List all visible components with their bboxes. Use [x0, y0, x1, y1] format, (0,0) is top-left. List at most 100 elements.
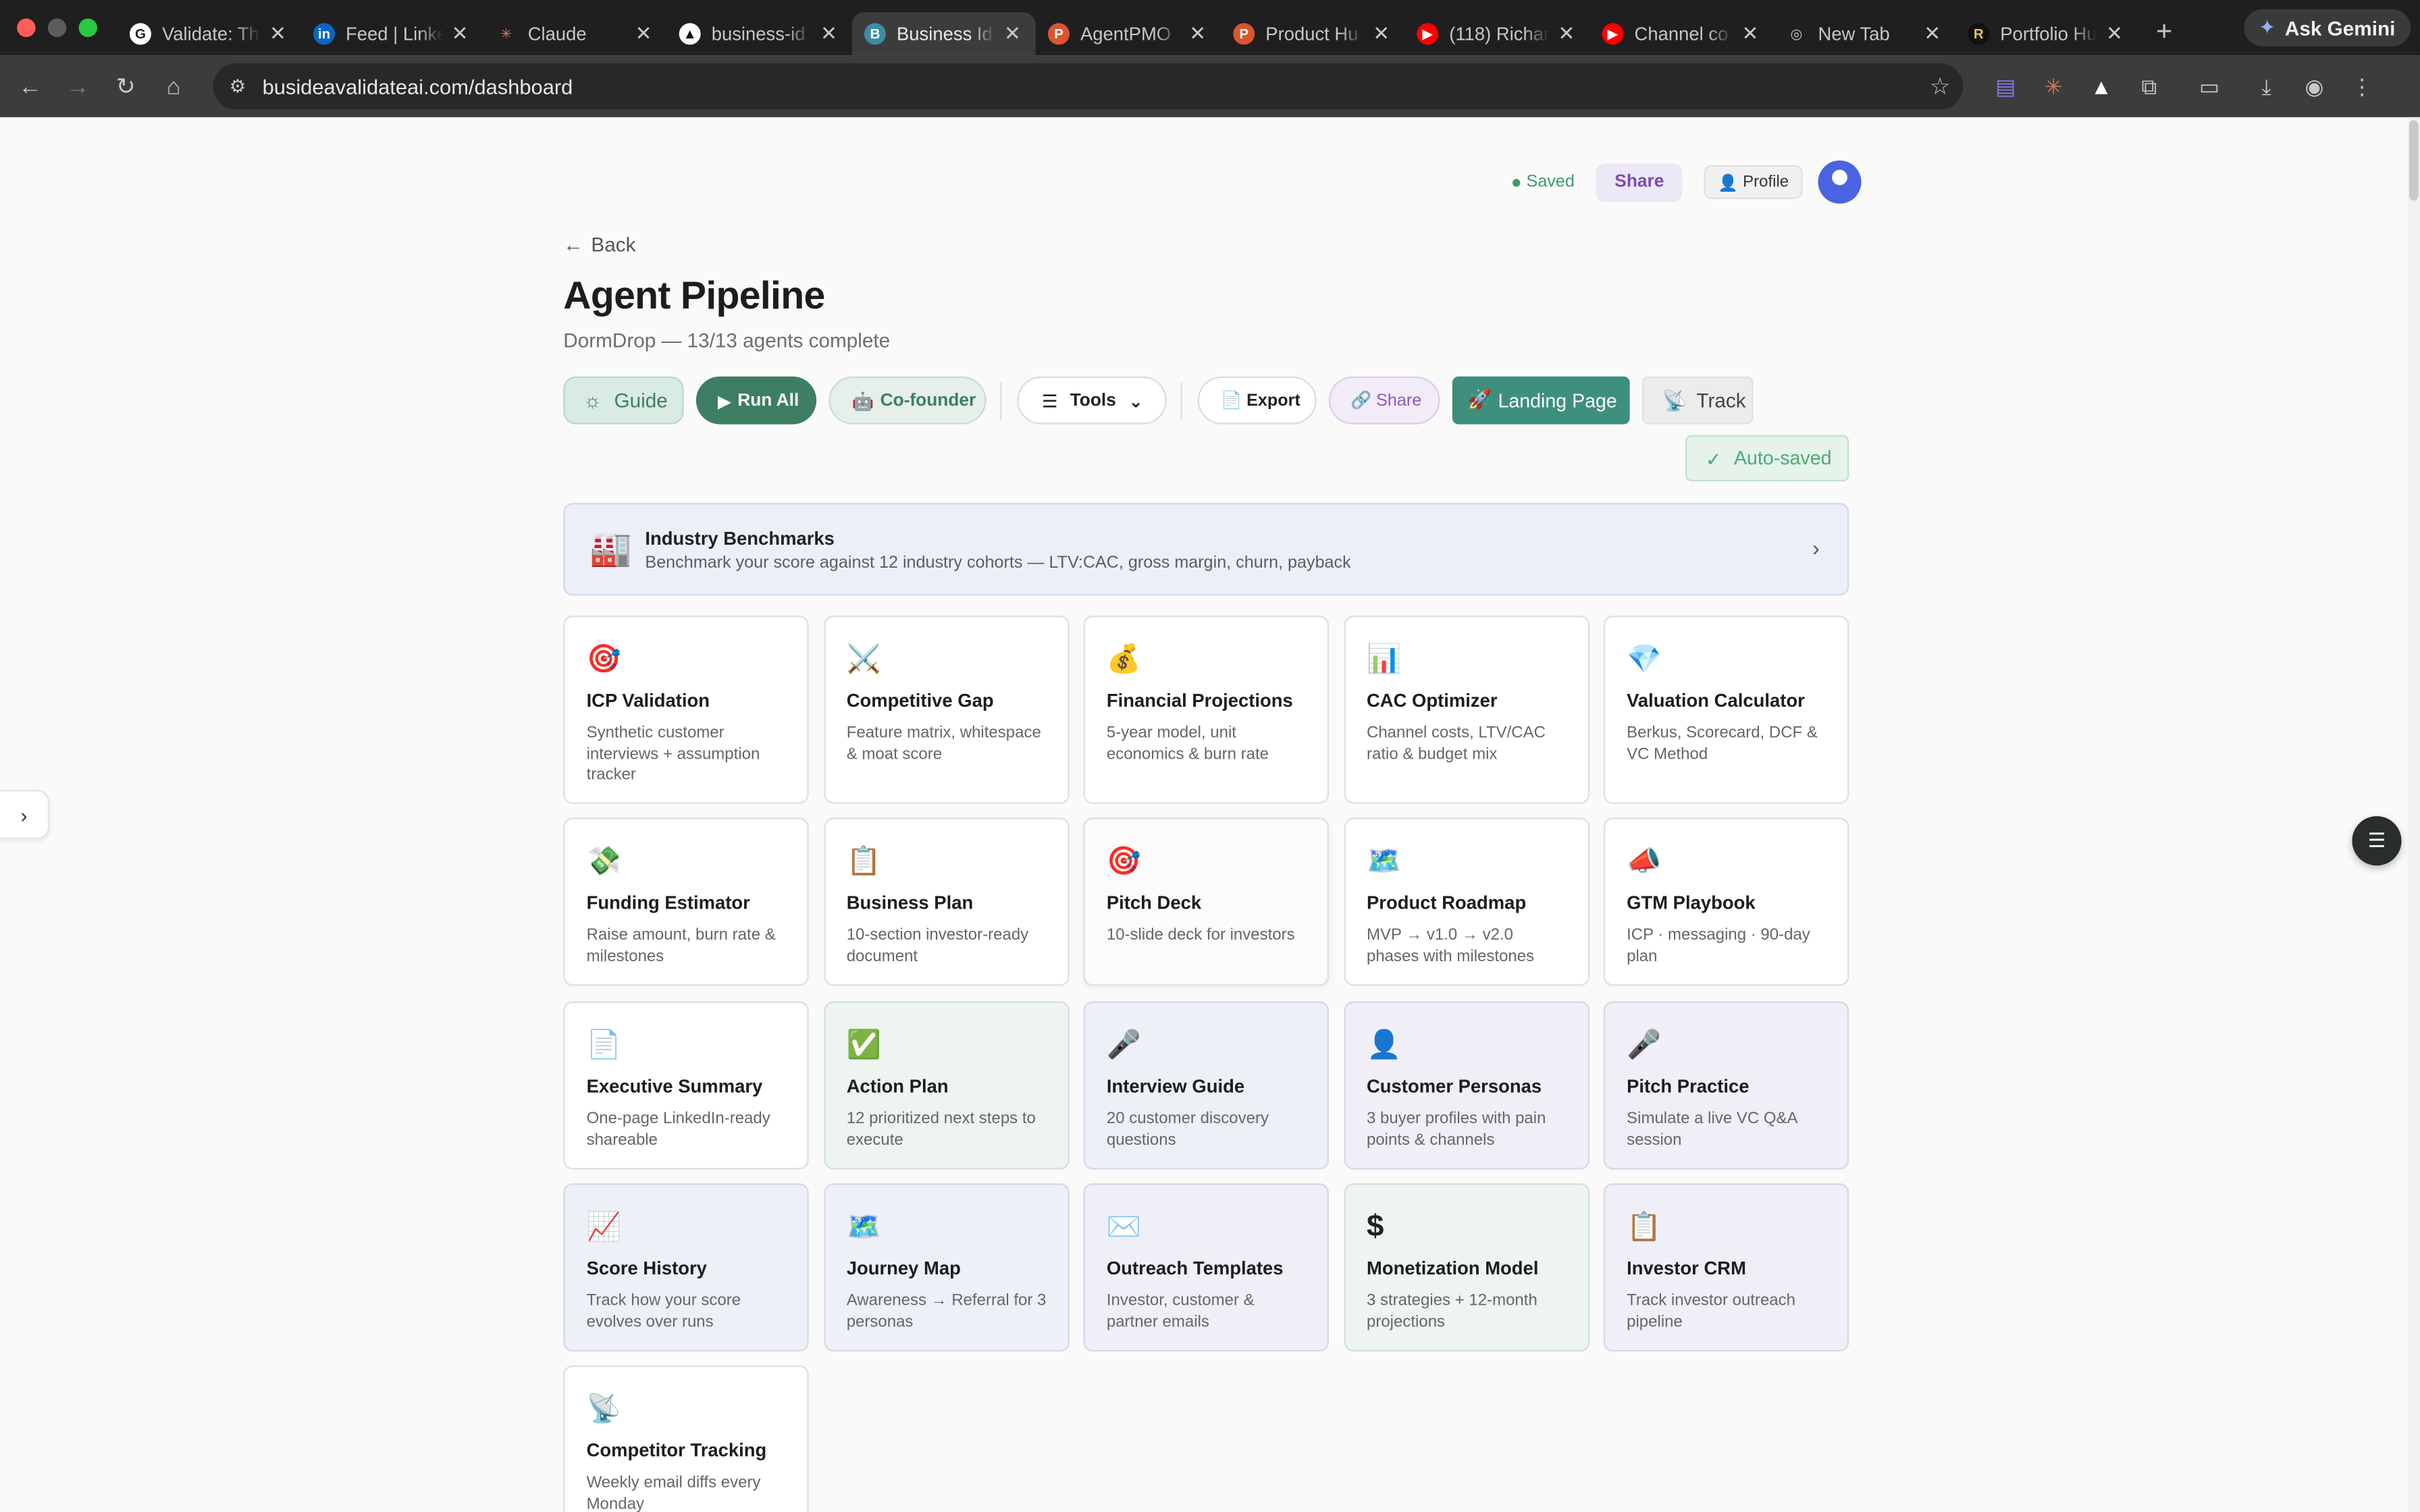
agent-card[interactable]: 🎤 Pitch Practice Simulate a live VC Q&A se…: [1603, 1001, 1849, 1170]
track-button[interactable]: 📡 Track: [1641, 376, 1754, 425]
tab-favicon-icon: ▶: [1417, 23, 1439, 45]
browser-tab[interactable]: G Validate: Th ✕: [117, 12, 301, 55]
agent-card[interactable]: 📊 CAC Optimizer Channel costs, LTV/CAC rat…: [1343, 615, 1589, 804]
back-arrow-icon[interactable]: ←: [6, 74, 54, 100]
agent-card[interactable]: ✅ Action Plan 12 prioritized next steps to…: [823, 1001, 1069, 1170]
back-link[interactable]: ← Back: [563, 233, 635, 256]
tab-close-icon[interactable]: ✕: [818, 22, 839, 47]
agent-card[interactable]: 📄 Executive Summary One-page LinkedIn-read…: [563, 1001, 809, 1170]
agent-card-title: Competitor Tracking: [586, 1439, 767, 1461]
tab-close-icon[interactable]: ✕: [1556, 22, 1577, 47]
export-button[interactable]: 📄 Export: [1197, 376, 1317, 425]
tools-dropdown[interactable]: ☰ Tools ⌄: [1017, 376, 1167, 425]
cofounder-button[interactable]: 🤖 Co-founder: [828, 376, 987, 425]
industry-benchmarks-banner[interactable]: 🏭 Industry Benchmarks Benchmark your sco…: [563, 503, 1849, 596]
address-bar[interactable]: ⚙ busideavalidateai.com/dashboard ☆: [213, 63, 1964, 110]
page-scrollbar[interactable]: [2407, 117, 2420, 1512]
agent-card[interactable]: 📋 Investor CRM Track investor outreach pip…: [1603, 1183, 1849, 1352]
profile-label: Profile: [1743, 172, 1789, 192]
tab-close-icon[interactable]: ✕: [1922, 22, 1943, 47]
landing-page-button[interactable]: 🚀 Landing Page: [1452, 376, 1630, 425]
agent-card-title: Customer Personas: [1366, 1075, 1542, 1098]
avatar[interactable]: [1818, 160, 1862, 204]
claude-extension-icon[interactable]: ✳: [2030, 74, 2078, 100]
agent-card-icon: 📋: [846, 845, 881, 877]
new-tab-button[interactable]: +: [2156, 15, 2172, 47]
forward-arrow-icon[interactable]: →: [54, 74, 102, 100]
profile-button[interactable]: 👤 Profile: [1704, 165, 1803, 199]
agent-card[interactable]: $ Monetization Model 3 strategies + 12-mon…: [1343, 1183, 1589, 1352]
browser-tab[interactable]: in Feed | Linke ✕: [301, 12, 483, 55]
browser-tab[interactable]: P Product Hu ✕: [1221, 12, 1404, 55]
profile-avatar-icon[interactable]: ◉: [2290, 74, 2338, 100]
rocket-icon: 🚀: [1467, 388, 1492, 410]
agent-card[interactable]: 📈 Score History Track how your score evolv…: [563, 1183, 809, 1352]
agent-card[interactable]: 💰 Financial Projections 5-year model, unit…: [1083, 615, 1329, 804]
tab-favicon-icon: in: [313, 23, 335, 45]
tools-label: Tools: [1070, 391, 1116, 410]
scrollbar-thumb[interactable]: [2409, 120, 2419, 201]
filter-menu-icon[interactable]: ☰: [2352, 816, 2402, 866]
tab-favicon-icon: G: [129, 23, 151, 45]
browser-tab[interactable]: ◎ New Tab ✕: [1773, 12, 1955, 55]
tab-title: Channel co: [1634, 23, 1729, 45]
vercel-extension-icon[interactable]: ▲: [2078, 74, 2126, 99]
close-window-button[interactable]: [17, 18, 36, 37]
play-icon: ▶: [717, 392, 732, 412]
kebab-menu-icon[interactable]: ⋮: [2338, 74, 2386, 100]
puzzle-extensions-icon[interactable]: ⧉: [2125, 74, 2173, 100]
agent-card[interactable]: 🗺️ Journey Map Awareness → Referral for 3 …: [823, 1183, 1069, 1352]
url-text[interactable]: busideavalidateai.com/dashboard: [263, 75, 1917, 98]
agent-card[interactable]: 🎯 ICP Validation Synthetic customer interv…: [563, 615, 809, 804]
browser-tab[interactable]: B Business Id ✕: [851, 12, 1036, 56]
tab-close-icon[interactable]: ✕: [633, 22, 654, 47]
tab-close-icon[interactable]: ✕: [1739, 22, 1761, 47]
agent-card-icon: 💸: [586, 845, 621, 877]
download-icon[interactable]: ⤓: [2242, 74, 2290, 100]
bookmark-star-icon[interactable]: ☆: [1917, 72, 1964, 101]
site-settings-icon[interactable]: ⚙: [213, 76, 262, 97]
factory-icon: 🏭: [589, 529, 632, 568]
agent-card[interactable]: 📡 Competitor Tracking Weekly email diffs e…: [563, 1365, 809, 1512]
browser-tab[interactable]: ▲ business-id ✕: [666, 12, 851, 55]
agent-card[interactable]: 📋 Business Plan 10-section investor-ready …: [823, 817, 1069, 986]
agent-card[interactable]: 🎯 Pitch Deck 10-slide deck for investors: [1083, 817, 1329, 986]
tab-close-icon[interactable]: ✕: [1187, 22, 1209, 47]
agent-card-description: 10-slide deck for investors: [1106, 925, 1295, 944]
tab-close-icon[interactable]: ✕: [1371, 22, 1392, 47]
agent-card[interactable]: 🗺️ Product Roadmap MVP → v1.0 → v2.0 phase…: [1343, 817, 1589, 986]
browser-tab[interactable]: P AgentPMO ✕: [1036, 12, 1221, 55]
agent-card[interactable]: ⚔️ Competitive Gap Feature matrix, whitesp…: [823, 615, 1069, 804]
tab-close-icon[interactable]: ✕: [449, 22, 471, 47]
minimize-window-button[interactable]: [47, 18, 67, 37]
agent-card-title: Financial Projections: [1106, 689, 1293, 711]
ask-gemini-button[interactable]: ✦ Ask Gemini: [2243, 9, 2411, 47]
browser-tab[interactable]: ▶ Channel co ✕: [1589, 12, 1773, 55]
share-button-top[interactable]: Share: [1596, 163, 1683, 202]
divider: [1180, 381, 1182, 419]
browser-tab[interactable]: ✳ Claude ✕: [483, 12, 666, 55]
cast-icon[interactable]: ▭: [2186, 74, 2234, 100]
run-all-button[interactable]: ▶ Run All: [695, 376, 817, 425]
agent-card[interactable]: 🎤 Interview Guide 20 customer discovery qu…: [1083, 1001, 1329, 1170]
agent-card-description: Channel costs, LTV/CAC ratio & budget mi…: [1366, 723, 1546, 763]
sidebar-toggle-chevron-icon[interactable]: ›: [0, 790, 50, 840]
notes-extension-icon[interactable]: ▤: [1982, 74, 2030, 100]
maximize-window-button[interactable]: [78, 18, 97, 37]
agent-card[interactable]: ✉️ Outreach Templates Investor, customer &…: [1083, 1183, 1329, 1352]
reload-icon[interactable]: ↻: [102, 72, 150, 101]
browser-tab[interactable]: R Portfolio Hu ✕: [1955, 12, 2138, 55]
tab-close-icon[interactable]: ✕: [2103, 22, 2125, 47]
tab-close-icon[interactable]: ✕: [1001, 22, 1023, 47]
tab-close-icon[interactable]: ✕: [267, 22, 288, 47]
chevron-down-icon: ⌄: [1128, 392, 1144, 412]
share-button[interactable]: 🔗 Share: [1328, 376, 1440, 425]
agent-card[interactable]: 💎 Valuation Calculator Berkus, Scorecard, …: [1603, 615, 1849, 804]
agent-card[interactable]: 📣 GTM Playbook ICP · messaging · 90-day pl…: [1603, 817, 1849, 986]
home-icon[interactable]: ⌂: [150, 74, 198, 100]
agent-card[interactable]: 👤 Customer Personas 3 buyer profiles with …: [1343, 1001, 1589, 1170]
agent-card[interactable]: 💸 Funding Estimator Raise amount, burn rat…: [563, 817, 809, 986]
guide-button[interactable]: ☼ Guide: [563, 376, 684, 425]
agent-card-title: Pitch Practice: [1627, 1075, 1750, 1098]
browser-tab[interactable]: ▶ (118) Richar ✕: [1404, 12, 1589, 55]
